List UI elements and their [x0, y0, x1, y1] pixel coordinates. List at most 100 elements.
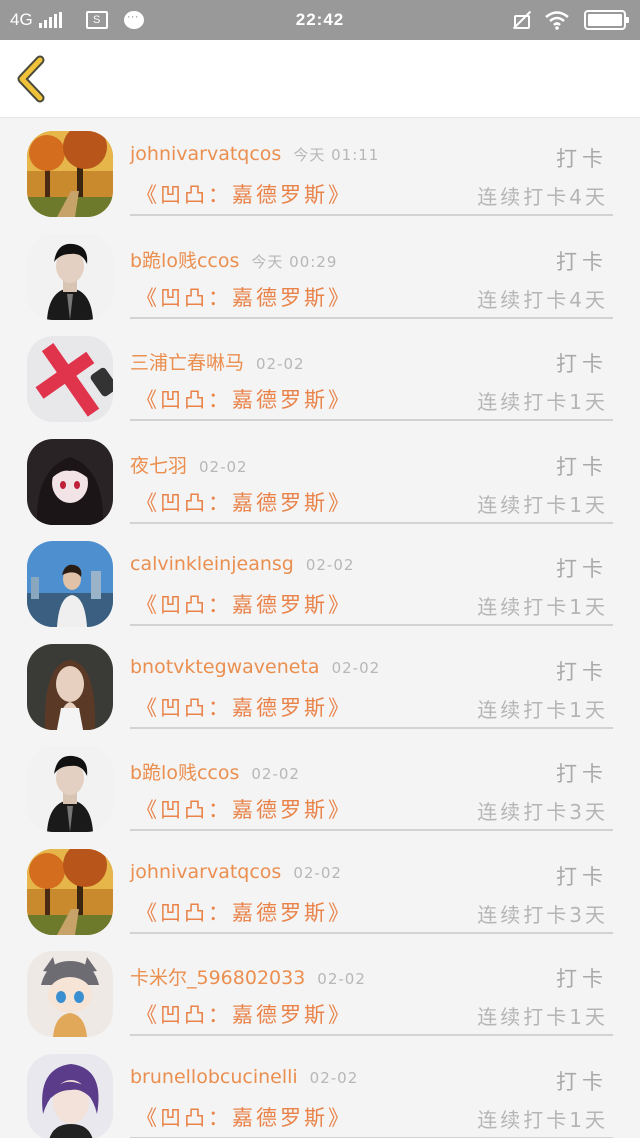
- streak-label: 连续打卡1天: [477, 390, 608, 414]
- streak-label: 连续打卡1天: [477, 492, 608, 517]
- autumn-trees-avatar[interactable]: [27, 131, 113, 217]
- user-name-text[interactable]: 三浦亡春啉马: [130, 352, 244, 374]
- woman-portrait-avatar[interactable]: [27, 643, 113, 730]
- user-name[interactable]: brunellobcucinelli 02-02: [130, 1066, 358, 1088]
- checkin-time: 02-02: [317, 970, 366, 988]
- list-item[interactable]: b跪lo贱ccos 今天 00:29 打卡 《凹凸：嘉德罗斯》 连续打卡4天: [0, 222, 640, 325]
- chibi-character-avatar[interactable]: [27, 951, 113, 1037]
- checkin-time: 02-02: [309, 1068, 359, 1087]
- chibi-character-avatar-image: [27, 951, 113, 1037]
- divider: [130, 1034, 613, 1036]
- user-name-text[interactable]: 夜七羽: [130, 455, 187, 477]
- user-name[interactable]: johnivarvatqcos 今天 01:11: [130, 143, 379, 165]
- user-name[interactable]: b跪lo贱ccos 今天 00:29: [130, 246, 337, 273]
- red-cross-avatar-image: [27, 336, 113, 422]
- purple-hair-avatar-image: [27, 1053, 113, 1138]
- book-title[interactable]: 《凹凸：嘉德罗斯》: [136, 692, 352, 722]
- man-portrait-avatar[interactable]: [27, 233, 113, 320]
- battery-icon: [584, 10, 629, 30]
- divider: [130, 624, 613, 626]
- user-name-text[interactable]: b跪lo贱ccos: [130, 250, 239, 272]
- checkin-action-label: 打卡: [556, 454, 608, 479]
- user-name-text[interactable]: bnotvktegwaveneta: [130, 656, 320, 678]
- divider: [130, 214, 613, 216]
- checkin-time: 02-02: [331, 658, 381, 677]
- book-title[interactable]: 《凹凸：嘉德罗斯》: [136, 282, 352, 312]
- checkin-action-label: 打卡: [556, 659, 608, 684]
- list-item[interactable]: 三浦亡春啉马 02-02 打卡 《凹凸：嘉德罗斯》 连续打卡1天: [0, 324, 640, 427]
- streak-label: 连续打卡4天: [477, 287, 608, 312]
- man-portrait-avatar-image: [27, 746, 113, 832]
- divider: [130, 726, 613, 729]
- user-name-text[interactable]: b跪lo贱ccos: [130, 762, 239, 784]
- divider: [130, 521, 613, 524]
- status-right: [512, 0, 629, 40]
- streak-label: 连续打卡1天: [477, 1107, 608, 1132]
- book-title[interactable]: 《凹凸：嘉德罗斯》: [136, 1102, 352, 1132]
- list-item[interactable]: calvinkleinjeansg 02-02 打卡 《凹凸：嘉德罗斯》 连续打卡…: [0, 529, 640, 632]
- anime-girl-avatar[interactable]: [27, 438, 113, 525]
- user-name[interactable]: b跪lo贱ccos 02-02: [130, 758, 300, 785]
- user-name-text[interactable]: johnivarvatqcos: [130, 143, 281, 165]
- checkin-action-label: 打卡: [556, 557, 608, 581]
- streak-label: 连续打卡3天: [477, 800, 608, 824]
- list-item[interactable]: johnivarvatqcos 今天 01:11 打卡 《凹凸：嘉德罗斯》 连续打…: [0, 119, 640, 222]
- user-name-text[interactable]: calvinkleinjeansg: [130, 553, 294, 575]
- streak-label: 连续打卡1天: [477, 595, 608, 619]
- book-title[interactable]: 《凹凸：嘉德罗斯》: [136, 589, 352, 619]
- divider: [130, 316, 613, 319]
- checkin-action-label: 打卡: [556, 864, 608, 889]
- checkin-time: 今天 01:11: [293, 146, 380, 164]
- autumn-trees-avatar-image: [27, 848, 113, 935]
- back-button[interactable]: [12, 54, 52, 104]
- user-name[interactable]: 三浦亡春啉马 02-02: [130, 348, 305, 375]
- streak-label: 连续打卡1天: [477, 1005, 608, 1029]
- checkin-list: johnivarvatqcos 今天 01:11 打卡 《凹凸：嘉德罗斯》 连续打…: [0, 119, 640, 1138]
- list-item[interactable]: bnotvktegwaveneta 02-02 打卡 《凹凸：嘉德罗斯》 连续打卡…: [0, 632, 640, 735]
- user-name[interactable]: 卡米尔_596802033 02-02: [130, 963, 366, 990]
- book-title[interactable]: 《凹凸：嘉德罗斯》: [136, 179, 352, 209]
- user-name-text[interactable]: johnivarvatqcos: [130, 861, 281, 883]
- book-title[interactable]: 《凹凸：嘉德罗斯》: [136, 794, 352, 824]
- checkin-time: 02-02: [305, 556, 355, 574]
- list-item[interactable]: b跪lo贱ccos 02-02 打卡 《凹凸：嘉德罗斯》 连续打卡3天: [0, 734, 640, 837]
- book-title[interactable]: 《凹凸：嘉德罗斯》: [136, 999, 352, 1029]
- book-title[interactable]: 《凹凸：嘉德罗斯》: [136, 384, 352, 414]
- list-item[interactable]: johnivarvatqcos 02-02 打卡 《凹凸：嘉德罗斯》 连续打卡3天: [0, 837, 640, 940]
- nav-bar: [0, 40, 640, 118]
- checkin-time: 02-02: [199, 457, 248, 476]
- autumn-trees-avatar[interactable]: [27, 848, 113, 935]
- red-cross-avatar[interactable]: [27, 336, 113, 422]
- divider: [130, 829, 613, 831]
- woman-portrait-avatar-image: [27, 643, 113, 730]
- checkin-action-label: 打卡: [556, 352, 608, 376]
- purple-hair-avatar[interactable]: [27, 1053, 113, 1138]
- man-portrait-avatar[interactable]: [27, 746, 113, 832]
- man-portrait-avatar-image: [27, 233, 113, 320]
- book-title[interactable]: 《凹凸：嘉德罗斯》: [136, 487, 352, 517]
- user-name-text[interactable]: 卡米尔_596802033: [130, 967, 305, 989]
- wifi-icon: [544, 10, 570, 30]
- user-name[interactable]: calvinkleinjeansg 02-02: [130, 553, 354, 575]
- streak-label: 连续打卡1天: [477, 697, 608, 722]
- checkin-action-label: 打卡: [556, 147, 608, 171]
- user-name[interactable]: johnivarvatqcos 02-02: [130, 861, 342, 883]
- checkin-time: 02-02: [256, 355, 305, 373]
- list-item[interactable]: 卡米尔_596802033 02-02 打卡 《凹凸：嘉德罗斯》 连续打卡1天: [0, 939, 640, 1042]
- list-item[interactable]: 夜七羽 02-02 打卡 《凹凸：嘉德罗斯》 连续打卡1天: [0, 427, 640, 530]
- autumn-trees-avatar-image: [27, 131, 113, 217]
- chevron-left-icon: [17, 55, 45, 103]
- checkin-time: 02-02: [251, 765, 300, 783]
- checkin-time: 今天 00:29: [251, 252, 338, 271]
- checkin-time: 02-02: [293, 863, 342, 882]
- divider: [130, 419, 613, 421]
- harbor-man-avatar[interactable]: [27, 541, 113, 627]
- harbor-man-avatar-image: [27, 541, 113, 627]
- book-title[interactable]: 《凹凸：嘉德罗斯》: [136, 897, 352, 927]
- list-item[interactable]: brunellobcucinelli 02-02 打卡 《凹凸：嘉德罗斯》 连续打…: [0, 1042, 640, 1138]
- user-name[interactable]: bnotvktegwaveneta 02-02: [130, 656, 380, 678]
- checkin-action-label: 打卡: [556, 249, 608, 274]
- user-name-text[interactable]: brunellobcucinelli: [130, 1066, 298, 1088]
- user-name[interactable]: 夜七羽 02-02: [130, 451, 248, 478]
- status-bar: 4G S 22:42: [0, 0, 640, 40]
